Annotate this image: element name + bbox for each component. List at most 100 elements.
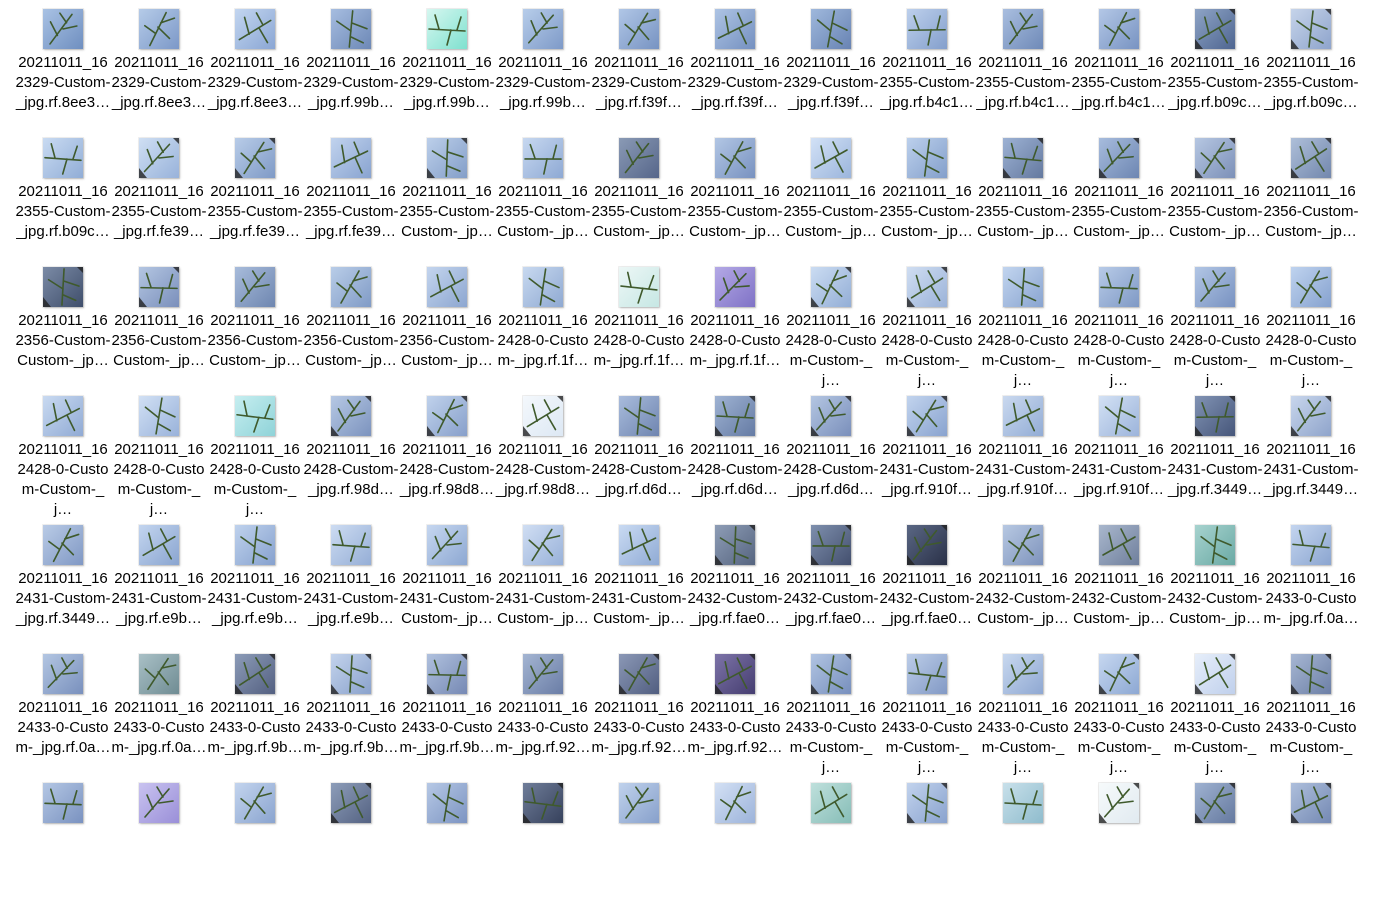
file-item[interactable]: 20211011_162433-0-Custom-Custom-_j… [975, 653, 1071, 782]
file-item[interactable]: 20211011_162428-0-Custom-_jpg.rf.1f… [591, 266, 687, 395]
file-item[interactable]: 20211011_162355-Custom-_jpg.rf.b4c1… [975, 8, 1071, 137]
file-item[interactable]: 20211011_162355-Custom-_jpg.rf.b09c… [15, 137, 111, 266]
file-item[interactable]: 20211011_162433-0-Custom-_jpg.rf.9b… [303, 653, 399, 782]
file-item[interactable]: 20211011_162433-0-Custom-_jpg.rf.92… [687, 653, 783, 782]
file-item[interactable] [687, 782, 783, 911]
file-item[interactable] [1167, 782, 1263, 911]
file-item[interactable]: 20211011_162355-Custom-_jpg.rf.b09c… [1167, 8, 1263, 137]
file-item[interactable] [1263, 782, 1359, 911]
file-item[interactable]: 20211011_162433-0-Custom-Custom-_j… [1263, 653, 1359, 782]
file-item[interactable]: 20211011_162329-Custom-_jpg.rf.f39f… [783, 8, 879, 137]
file-item[interactable] [1071, 782, 1167, 911]
file-item[interactable] [303, 782, 399, 911]
file-item[interactable]: 20211011_162431-Custom-Custom-_jp… [399, 524, 495, 653]
file-item[interactable]: 20211011_162355-Custom-Custom-_jp… [495, 137, 591, 266]
file-item[interactable]: 20211011_162433-0-Custom-Custom-_j… [1071, 653, 1167, 782]
file-item[interactable]: 20211011_162428-0-Custom-Custom-_j… [1167, 266, 1263, 395]
file-item[interactable]: 20211011_162329-Custom-_jpg.rf.8ee3… [15, 8, 111, 137]
file-item[interactable]: 20211011_162432-Custom-_jpg.rf.fae0… [783, 524, 879, 653]
file-item[interactable] [975, 782, 1071, 911]
file-item[interactable]: 20211011_162428-0-Custom-Custom-_j… [975, 266, 1071, 395]
file-item[interactable]: 20211011_162433-0-Custom-Custom-_j… [1167, 653, 1263, 782]
file-item[interactable]: 20211011_162432-Custom-Custom-_jp… [975, 524, 1071, 653]
file-item[interactable]: 20211011_162355-Custom-_jpg.rf.b4c1… [1071, 8, 1167, 137]
file-item[interactable]: 20211011_162355-Custom-Custom-_jp… [591, 137, 687, 266]
file-item[interactable]: 20211011_162433-0-Custom-_jpg.rf.0a… [15, 653, 111, 782]
file-item[interactable]: 20211011_162433-0-Custom-_jpg.rf.92… [495, 653, 591, 782]
file-item[interactable]: 20211011_162329-Custom-_jpg.rf.99b… [303, 8, 399, 137]
file-item[interactable]: 20211011_162431-Custom-_jpg.rf.3449… [1263, 395, 1359, 524]
file-item[interactable]: 20211011_162428-0-Custom-Custom-_j… [111, 395, 207, 524]
file-item[interactable]: 20211011_162355-Custom-_jpg.rf.fe39… [303, 137, 399, 266]
file-item[interactable]: 20211011_162329-Custom-_jpg.rf.99b… [495, 8, 591, 137]
file-item[interactable] [111, 782, 207, 911]
file-item[interactable]: 20211011_162355-Custom-Custom-_jp… [879, 137, 975, 266]
file-item[interactable]: 20211011_162431-Custom-_jpg.rf.3449… [1167, 395, 1263, 524]
file-item[interactable] [783, 782, 879, 911]
file-item[interactable]: 20211011_162356-Custom-Custom-_jp… [111, 266, 207, 395]
file-item[interactable]: 20211011_162428-0-Custom-Custom-_j… [1071, 266, 1167, 395]
file-item[interactable] [879, 782, 975, 911]
file-item[interactable]: 20211011_162432-Custom-_jpg.rf.fae0… [687, 524, 783, 653]
file-item[interactable]: 20211011_162355-Custom-_jpg.rf.b09c… [1263, 8, 1359, 137]
file-item[interactable]: 20211011_162428-0-Custom-Custom-_j… [783, 266, 879, 395]
file-item[interactable]: 20211011_162432-Custom-Custom-_jp… [1071, 524, 1167, 653]
file-item[interactable]: 20211011_162432-Custom-_jpg.rf.fae0… [879, 524, 975, 653]
file-item[interactable]: 20211011_162433-0-Custom-_jpg.rf.9b… [207, 653, 303, 782]
file-item[interactable]: 20211011_162431-Custom-_jpg.rf.910f… [1071, 395, 1167, 524]
file-item[interactable]: 20211011_162431-Custom-_jpg.rf.e9b… [303, 524, 399, 653]
file-item[interactable] [399, 782, 495, 911]
file-item[interactable]: 20211011_162356-Custom-Custom-_jp… [1263, 137, 1359, 266]
file-item[interactable]: 20211011_162428-0-Custom-_jpg.rf.1f… [495, 266, 591, 395]
file-item[interactable]: 20211011_162433-0-Custom-_jpg.rf.0a… [111, 653, 207, 782]
file-item[interactable]: 20211011_162433-0-Custom-_jpg.rf.92… [591, 653, 687, 782]
file-item[interactable]: 20211011_162329-Custom-_jpg.rf.f39f… [687, 8, 783, 137]
file-item[interactable]: 20211011_162428-Custom-_jpg.rf.d6d… [591, 395, 687, 524]
file-item[interactable]: 20211011_162329-Custom-_jpg.rf.f39f… [591, 8, 687, 137]
file-item[interactable]: 20211011_162428-0-Custom-_jpg.rf.1f… [687, 266, 783, 395]
file-item[interactable]: 20211011_162329-Custom-_jpg.rf.8ee3… [207, 8, 303, 137]
file-item[interactable]: 20211011_162355-Custom-_jpg.rf.fe39… [111, 137, 207, 266]
file-item[interactable] [207, 782, 303, 911]
file-item[interactable]: 20211011_162356-Custom-Custom-_jp… [303, 266, 399, 395]
file-item[interactable]: 20211011_162431-Custom-_jpg.rf.e9b… [207, 524, 303, 653]
image-thumbnail [1099, 138, 1139, 178]
file-item[interactable]: 20211011_162433-0-Custom-Custom-_j… [879, 653, 975, 782]
file-item[interactable]: 20211011_162431-Custom-Custom-_jp… [495, 524, 591, 653]
file-item[interactable]: 20211011_162356-Custom-Custom-_jp… [399, 266, 495, 395]
file-item[interactable]: 20211011_162428-0-Custom-Custom-_j… [15, 395, 111, 524]
file-item[interactable]: 20211011_162432-Custom-Custom-_jp… [1167, 524, 1263, 653]
file-item[interactable]: 20211011_162428-0-Custom-Custom-_j… [207, 395, 303, 524]
file-item[interactable]: 20211011_162431-Custom-_jpg.rf.e9b… [111, 524, 207, 653]
file-item[interactable]: 20211011_162433-0-Custom-_jpg.rf.9b… [399, 653, 495, 782]
file-item[interactable]: 20211011_162431-Custom-Custom-_jp… [591, 524, 687, 653]
file-item[interactable]: 20211011_162355-Custom-Custom-_jp… [399, 137, 495, 266]
file-item[interactable]: 20211011_162428-0-Custom-Custom-_j… [1263, 266, 1359, 395]
file-item[interactable]: 20211011_162428-Custom-_jpg.rf.98d8… [399, 395, 495, 524]
file-item[interactable]: 20211011_162433-0-Custom-Custom-_j… [783, 653, 879, 782]
file-item[interactable]: 20211011_162356-Custom-Custom-_jp… [207, 266, 303, 395]
thumbnail-container [975, 395, 1071, 437]
file-item[interactable] [15, 782, 111, 911]
file-item[interactable]: 20211011_162355-Custom-_jpg.rf.fe39… [207, 137, 303, 266]
file-item[interactable]: 20211011_162431-Custom-_jpg.rf.910f… [975, 395, 1071, 524]
file-item[interactable]: 20211011_162355-Custom-Custom-_jp… [1167, 137, 1263, 266]
file-item[interactable]: 20211011_162329-Custom-_jpg.rf.99b… [399, 8, 495, 137]
file-item[interactable] [495, 782, 591, 911]
file-item[interactable]: 20211011_162433-0-Custom-_jpg.rf.0a… [1263, 524, 1359, 653]
file-item[interactable]: 20211011_162431-Custom-_jpg.rf.3449… [15, 524, 111, 653]
file-item[interactable]: 20211011_162428-Custom-_jpg.rf.d6d… [783, 395, 879, 524]
file-item[interactable]: 20211011_162355-Custom-Custom-_jp… [783, 137, 879, 266]
file-item[interactable]: 20211011_162355-Custom-_jpg.rf.b4c1… [879, 8, 975, 137]
file-item[interactable] [591, 782, 687, 911]
file-item[interactable]: 20211011_162355-Custom-Custom-_jp… [1071, 137, 1167, 266]
file-item[interactable]: 20211011_162356-Custom-Custom-_jp… [15, 266, 111, 395]
file-item[interactable]: 20211011_162355-Custom-Custom-_jp… [687, 137, 783, 266]
file-item[interactable]: 20211011_162428-Custom-_jpg.rf.d6d… [687, 395, 783, 524]
file-item[interactable]: 20211011_162329-Custom-_jpg.rf.8ee3… [111, 8, 207, 137]
file-item[interactable]: 20211011_162428-0-Custom-Custom-_j… [879, 266, 975, 395]
file-item[interactable]: 20211011_162355-Custom-Custom-_jp… [975, 137, 1071, 266]
file-item[interactable]: 20211011_162428-Custom-_jpg.rf.98d… [303, 395, 399, 524]
file-item[interactable]: 20211011_162431-Custom-_jpg.rf.910f… [879, 395, 975, 524]
file-item[interactable]: 20211011_162428-Custom-_jpg.rf.98d8… [495, 395, 591, 524]
